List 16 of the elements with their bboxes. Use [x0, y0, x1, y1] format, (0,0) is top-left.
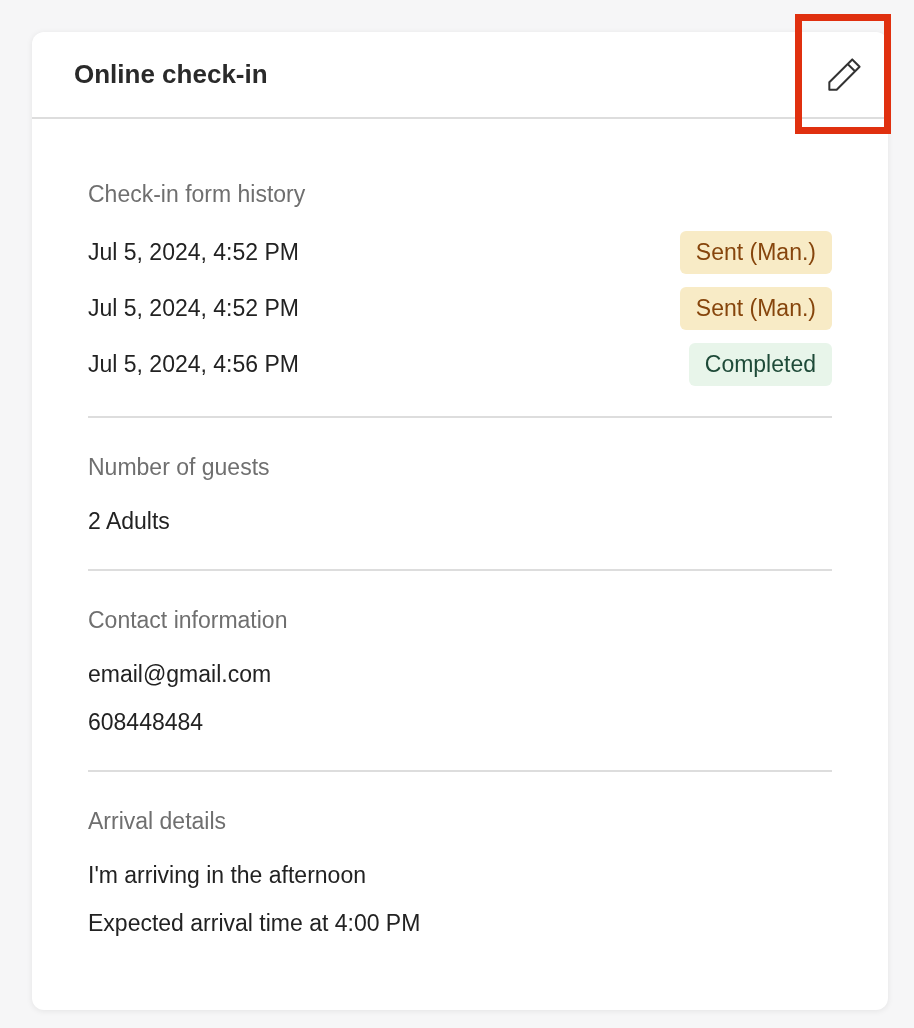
section-value: 608448484: [88, 708, 205, 737]
section-label: Number of guests: [88, 454, 271, 481]
history-time: Jul 5, 2024, 4:52 PM: [88, 238, 299, 266]
status-badge: Sent (Man.): [679, 230, 832, 274]
section-value: 2 Adults: [88, 507, 171, 536]
status-badge: Completed: [688, 342, 832, 386]
section-label: Arrival details: [88, 808, 228, 835]
section-label: Check-in form history: [88, 181, 307, 208]
status-badge: Sent (Man.): [679, 286, 832, 330]
section-value: email@gmail.com: [88, 660, 273, 689]
section-value: Expected arrival time at 4:00 PM: [88, 909, 422, 938]
history-time: Jul 5, 2024, 4:52 PM: [88, 294, 299, 322]
history-time: Jul 5, 2024, 4:56 PM: [88, 350, 299, 378]
section-label: Contact information: [88, 607, 289, 634]
section-value: I'm arriving in the afternoon: [88, 861, 367, 890]
card-title: Online check-in: [74, 59, 268, 90]
